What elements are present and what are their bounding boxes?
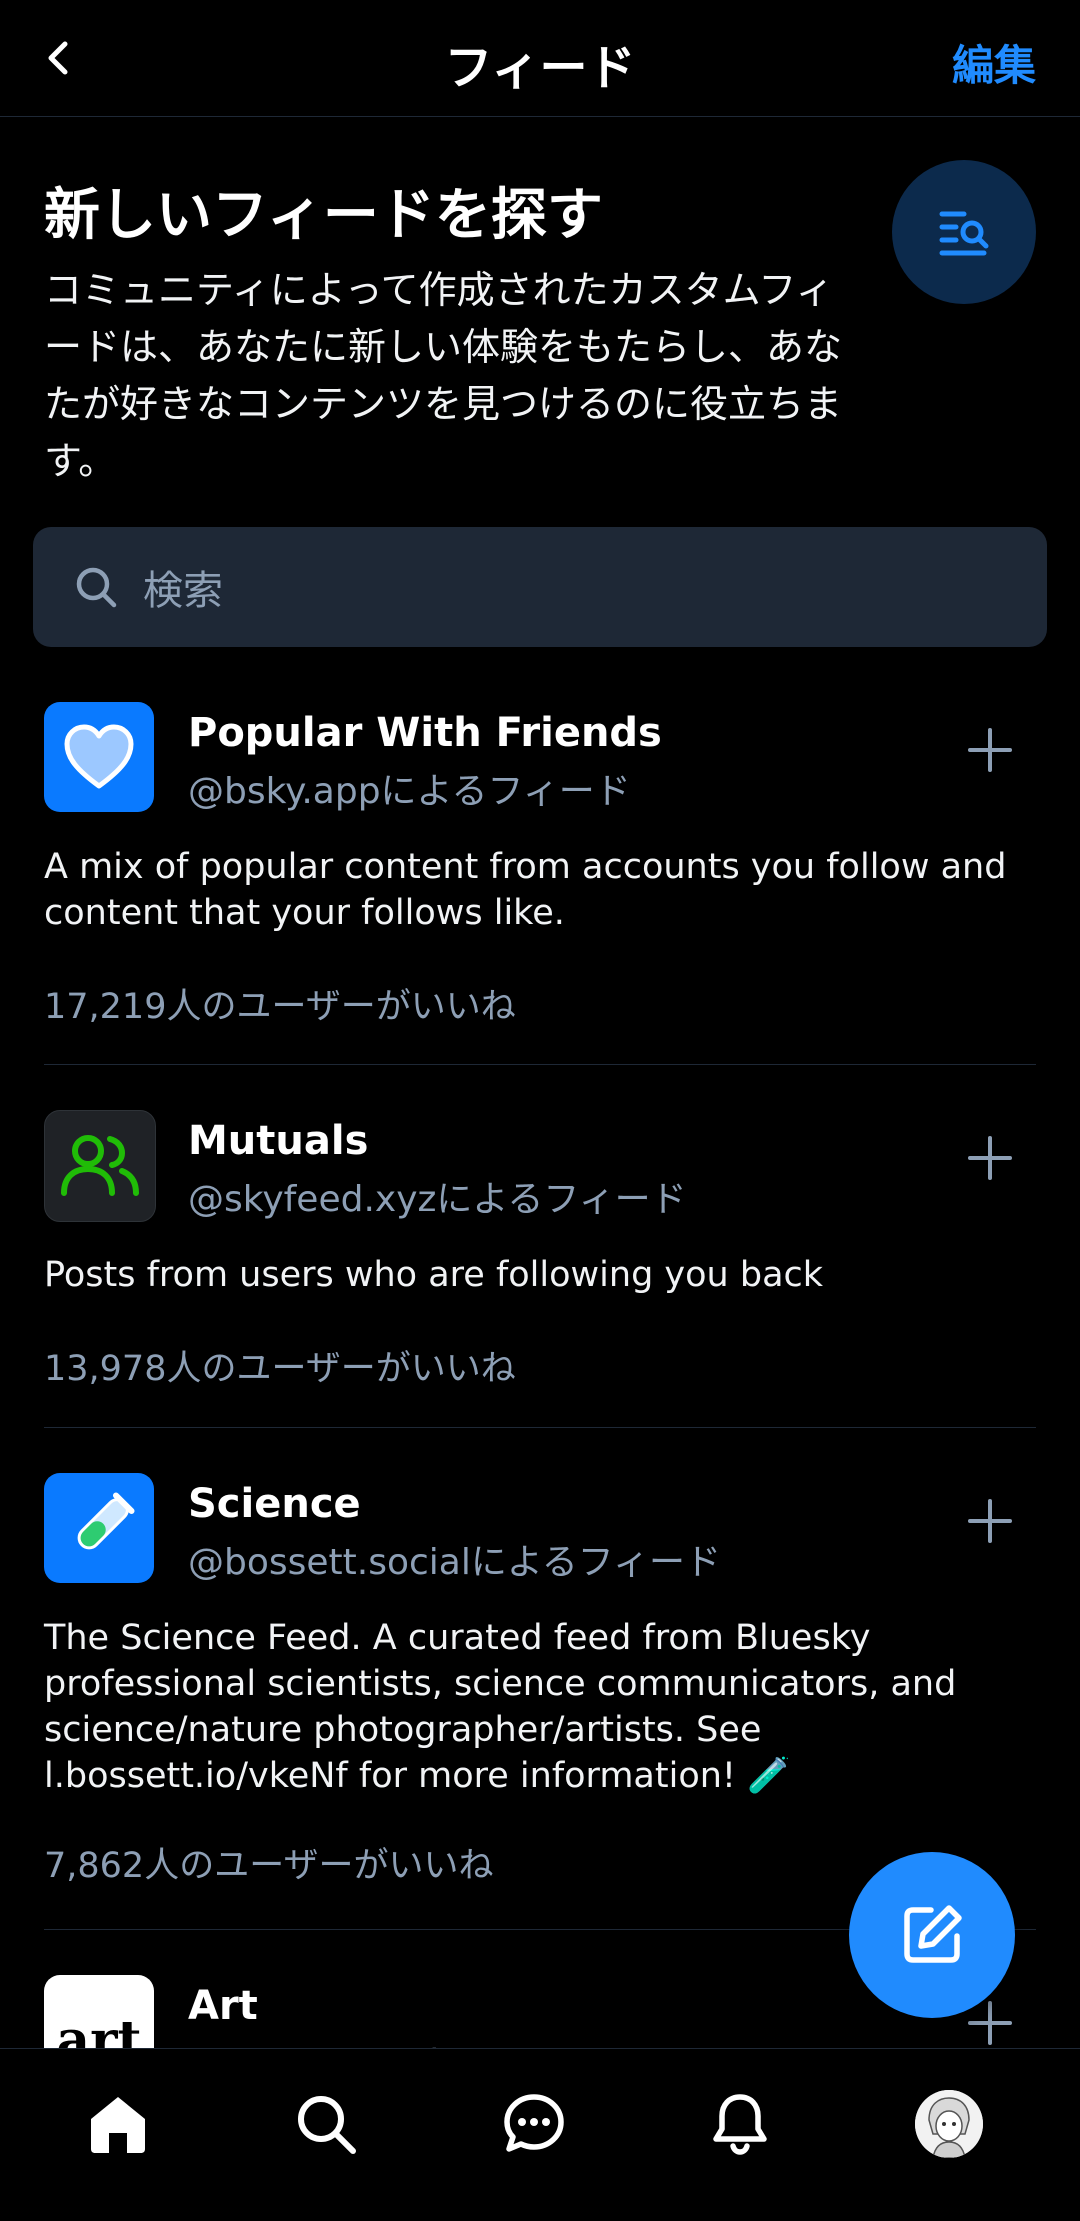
top-bar: フィード 編集 <box>0 0 1080 117</box>
nav-notifications[interactable] <box>695 2079 785 2169</box>
feed-avatar <box>44 1473 154 1583</box>
profile-avatar <box>915 2090 983 2158</box>
feed-likes: 17,219人のユーザーがいいね <box>44 987 516 1027</box>
search-icon <box>298 2096 356 2154</box>
nav-chat[interactable] <box>489 2079 579 2169</box>
feed-description: The Science Feed. A curated feed from Bl… <box>44 1618 957 1796</box>
feed-avatar <box>44 702 154 812</box>
nav-search[interactable] <box>281 2079 371 2169</box>
feed-avatar: art <box>44 1975 154 2048</box>
add-feed-button[interactable] <box>964 1132 1016 1184</box>
search-placeholder: 検索 <box>143 568 223 614</box>
discover-feeds-button[interactable] <box>892 160 1036 304</box>
nav-profile[interactable] <box>904 2079 994 2169</box>
discover-feeds-title: 新しいフィードを探す <box>44 183 603 248</box>
feed-creator: @bsky.appによるフィード <box>188 2035 631 2048</box>
feed-description: A mix of popular content from accounts y… <box>44 847 1007 933</box>
plus-icon <box>968 2001 1012 2045</box>
add-feed-button[interactable] <box>964 1495 1016 1547</box>
compose-button[interactable] <box>849 1852 1015 2018</box>
plus-icon <box>968 728 1012 772</box>
feed-creator: @skyfeed.xyzによるフィード <box>188 1179 687 1220</box>
bottom-navigation <box>0 2048 1080 2221</box>
feed-description: Posts from users who are following you b… <box>44 1255 824 1295</box>
nav-home[interactable] <box>73 2079 163 2169</box>
home-icon <box>91 2097 145 2153</box>
discover-feeds-description: コミュニティによって作成されたカスタムフィードは、あなたに新しい体験をもたらし、… <box>44 268 843 483</box>
bell-icon <box>713 2094 767 2155</box>
search-icon <box>71 562 121 612</box>
heart-icon <box>64 724 134 789</box>
chat-icon <box>504 2094 564 2152</box>
compose-icon <box>904 1905 962 1963</box>
search-input[interactable]: 検索 <box>33 527 1047 647</box>
divider <box>44 1064 1036 1065</box>
page-title: フィード <box>444 40 636 96</box>
feed-avatar <box>44 1110 156 1222</box>
plus-icon <box>968 1136 1012 1180</box>
feed-name: Art <box>188 1983 258 2029</box>
art-logo: art <box>56 2009 142 2049</box>
feed-name: Popular With Friends <box>188 710 662 756</box>
add-feed-button[interactable] <box>964 724 1016 776</box>
users-icon <box>61 1135 139 1196</box>
feed-creator: @bsky.appによるフィード <box>188 771 631 812</box>
test-tube-icon <box>77 1492 135 1550</box>
divider <box>44 1427 1036 1428</box>
feed-creator: @bossett.socialによるフィード <box>188 1542 722 1583</box>
list-search-icon <box>939 211 989 256</box>
edit-button[interactable]: 編集 <box>952 32 1036 93</box>
plus-icon <box>968 1499 1012 1543</box>
feed-likes: 13,978人のユーザーがいいね <box>44 1349 516 1389</box>
feed-likes: 7,862人のユーザーがいいね <box>44 1846 494 1886</box>
feed-name: Science <box>188 1481 361 1527</box>
feed-name: Mutuals <box>188 1118 369 1164</box>
